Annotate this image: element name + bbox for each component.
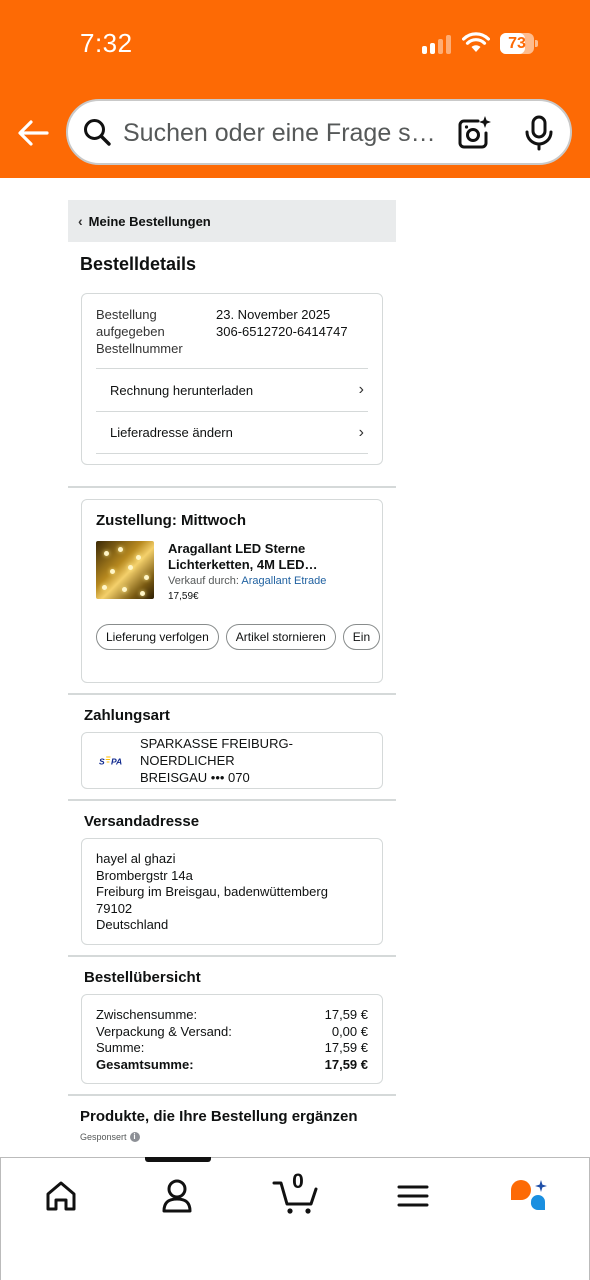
address-city: Freiburg im Breisgau, badenwüttemberg — [96, 884, 328, 900]
divider — [68, 693, 396, 695]
delivery-actions: Lieferung verfolgen Artikel stornieren E… — [96, 624, 382, 650]
payment-card: S PA SPARKASSE FREIBURG-NOERDLICHER BREI… — [81, 732, 383, 789]
sum-value: 17,59 € — [324, 1040, 368, 1056]
cart-count: 0 — [292, 1170, 304, 1193]
chevron-right-icon: › — [358, 381, 364, 398]
product-row[interactable]: Aragallant LED Sterne Lichterketten, 4M … — [96, 541, 382, 602]
seller-link[interactable]: Aragallant Etrade — [241, 575, 326, 587]
order-values: 23. November 2025 306-6512720-6414747 — [216, 306, 348, 357]
download-invoice-label: Rechnung herunterladen — [110, 382, 254, 398]
menu-icon[interactable] — [391, 1176, 435, 1216]
sponsored-text: Gesponsert — [80, 1132, 127, 1142]
sepa-icon: S PA — [98, 753, 126, 768]
order-labels: Bestellung aufgegeben Bestellnummer — [96, 306, 216, 357]
order-number-label: Bestellnummer — [96, 341, 183, 356]
top-header: 7:32 73 Suchen oder eine Frage s… — [0, 0, 590, 178]
summary-row: Gesamtsumme: 17,59 € — [96, 1057, 368, 1074]
delivery-title: Zustellung: Mittwoch — [96, 512, 246, 529]
battery-percentage: 73 — [508, 35, 526, 52]
payment-section-title: Zahlungsart — [84, 707, 170, 724]
order-placed-label-line1: Bestellung — [96, 307, 157, 322]
cancel-item-button[interactable]: Artikel stornieren — [225, 624, 336, 650]
order-date: 23. November 2025 — [216, 307, 331, 322]
address-name: hayel al ghazi — [96, 851, 176, 866]
payment-bank-line2: BREISGAU ••• 070 — [140, 770, 250, 785]
subtotal-label: Zwischensumme: — [96, 1007, 198, 1022]
change-address-label: Lieferadresse ändern — [110, 425, 233, 440]
search-bar[interactable]: Suchen oder eine Frage s… — [66, 99, 572, 165]
search-icon — [84, 119, 111, 146]
change-address-link[interactable]: Lieferadresse ändern › — [96, 411, 368, 454]
order-details-content: ‹ Meine Bestellungen Bestelldetails Best… — [68, 200, 396, 1142]
shipping-address-title: Versandadresse — [84, 813, 200, 830]
recommendations-title: Produkte, die Ihre Bestellung ergänzen — [80, 1108, 358, 1125]
search-input[interactable]: Suchen oder eine Frage s… — [123, 119, 441, 148]
sum-label: Summe: — [96, 1040, 145, 1056]
address-zip: 79102 — [96, 900, 133, 916]
back-arrow-icon[interactable] — [16, 116, 50, 150]
seller-prefix: Verkauf durch: — [168, 575, 239, 587]
breadcrumb[interactable]: ‹ Meine Bestellungen — [68, 200, 396, 242]
grand-total-value: 17,59 € — [324, 1056, 368, 1072]
chevron-right-icon: › — [358, 423, 364, 441]
divider — [68, 1094, 396, 1096]
seller-info: Verkauf durch: Aragallant Etrade — [168, 575, 368, 587]
delivery-card: Zustellung: Mittwoch Aragallant LED Ster… — [81, 499, 383, 683]
order-summary-card: Zwischensumme: 17,59 € Verpackung & Vers… — [81, 994, 383, 1084]
payment-bank-line1: SPARKASSE FREIBURG-NOERDLICHER — [140, 736, 293, 768]
microphone-icon[interactable] — [524, 115, 554, 151]
svg-text:PA: PA — [111, 756, 122, 766]
product-image[interactable] — [96, 541, 154, 599]
home-icon[interactable] — [39, 1176, 83, 1216]
page-title: Bestelldetails — [80, 254, 197, 274]
info-icon[interactable]: i — [129, 1132, 140, 1142]
product-title[interactable]: Aragallant LED Sterne Lichterketten, 4M … — [168, 541, 368, 573]
cellular-signal-icon — [422, 34, 454, 54]
address-street: Brombergstr 14a — [96, 867, 193, 883]
sponsored-label: Gesponsert i — [80, 1132, 396, 1142]
address-country: Deutschland — [96, 917, 169, 933]
order-number: 306-6512720-6414747 — [216, 324, 348, 339]
svg-text:S: S — [99, 756, 105, 766]
status-time: 7:32 — [80, 28, 133, 58]
divider — [68, 955, 396, 957]
download-invoice-link[interactable]: Rechnung herunterladen › — [96, 368, 368, 411]
shipping-value: 0,00 € — [331, 1023, 368, 1039]
bottom-navigation: 0 — [0, 1157, 590, 1280]
order-summary-title: Bestellübersicht — [84, 969, 201, 986]
wifi-icon — [462, 32, 490, 52]
summary-row: Zwischensumme: 17,59 € — [96, 1007, 368, 1024]
more-action-button[interactable]: Ein — [342, 624, 381, 650]
summary-row: Verpackung & Versand: 0,00 € — [96, 1024, 368, 1041]
track-delivery-button[interactable]: Lieferung verfolgen — [96, 624, 219, 650]
divider — [68, 486, 396, 488]
shipping-label: Verpackung & Versand: — [96, 1023, 232, 1039]
cart-button[interactable]: 0 — [271, 1170, 321, 1216]
rufus-ai-icon[interactable] — [507, 1176, 551, 1216]
grand-total-label: Gesamtsumme: — [96, 1056, 194, 1072]
subtotal-value: 17,59 € — [324, 1007, 368, 1022]
divider — [68, 799, 396, 801]
camera-search-icon[interactable] — [456, 115, 492, 151]
summary-row: Summe: 17,59 € — [96, 1040, 368, 1057]
active-tab-indicator — [145, 1157, 211, 1162]
payment-bank: SPARKASSE FREIBURG-NOERDLICHER BREISGAU … — [140, 735, 382, 786]
chevron-left-icon: ‹ — [78, 213, 83, 229]
order-placed-label-line2: aufgegeben — [96, 324, 165, 339]
shipping-address-card: hayel al ghazi Brombergstr 14a Freiburg … — [81, 838, 383, 945]
product-price: 17,59€ — [168, 591, 199, 602]
battery-icon: 73 — [500, 33, 538, 54]
account-icon[interactable] — [155, 1176, 199, 1216]
breadcrumb-my-orders[interactable]: Meine Bestellungen — [89, 214, 211, 229]
order-info-card: Bestellung aufgegeben Bestellnummer 23. … — [81, 293, 383, 465]
